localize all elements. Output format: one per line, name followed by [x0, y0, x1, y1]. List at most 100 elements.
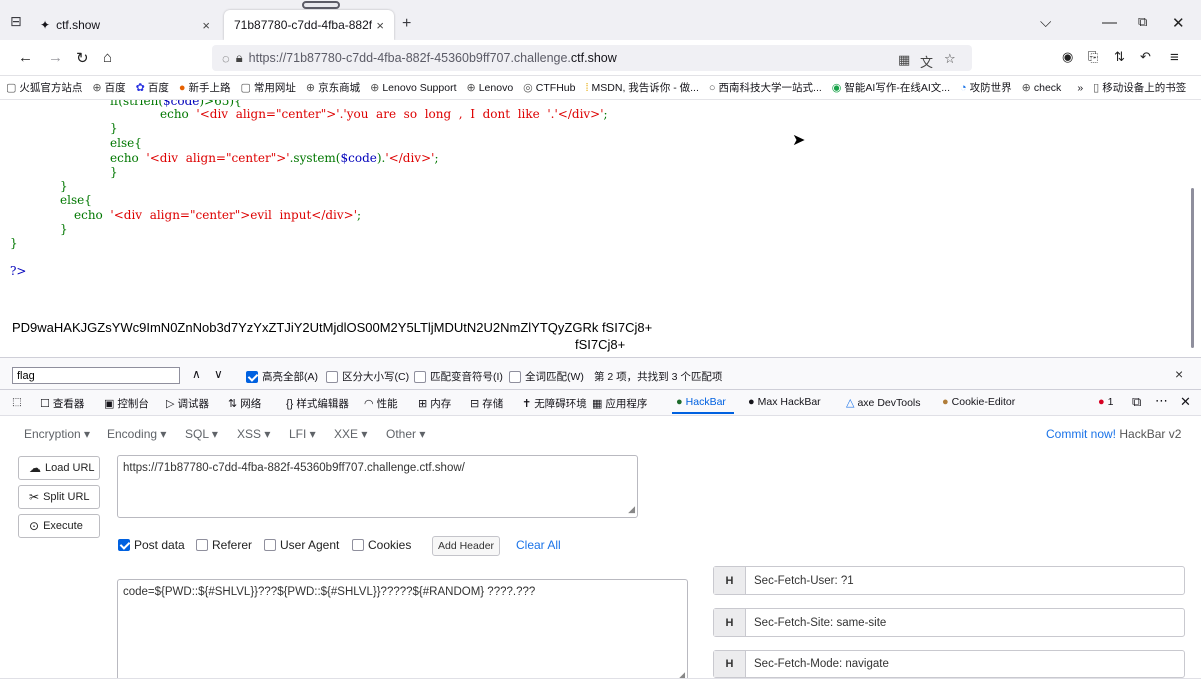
bookmark-item[interactable]: ○ 西南科技大学一站式... — [709, 80, 822, 95]
post-data-checkbox[interactable]: Post data — [118, 538, 185, 552]
header-value[interactable]: Sec-Fetch-User: ?1 — [746, 575, 854, 587]
checkbox[interactable] — [264, 539, 276, 551]
minimize-icon[interactable]: — — [1102, 14, 1117, 31]
devtools-tab-memory[interactable]: ⊞ 内存 — [418, 396, 451, 411]
resize-handle-icon[interactable]: ◢ — [628, 504, 635, 515]
dock-icon[interactable]: ⧉ — [1132, 394, 1141, 410]
lock-icon[interactable]: 🔒︎ — [236, 50, 243, 66]
share-icon[interactable]: ⎘ — [1088, 49, 1098, 65]
find-previous-icon[interactable]: ∧ — [192, 367, 201, 381]
devtools-tab-max-hackbar[interactable]: ● Max HackBar — [748, 396, 821, 408]
more-options-icon[interactable]: ⋯ — [1155, 393, 1168, 409]
devtools-tab-performance[interactable]: ◠ 性能 — [364, 396, 398, 411]
address-bar[interactable]: ◌ 🔒︎ https://71b87780-c7dd-4fba-882f-453… — [212, 45, 972, 71]
match-diacritics-checkbox[interactable]: 匹配变音符号(I) — [414, 369, 503, 384]
tab-ctfshow[interactable]: ✦ ctf.show × — [30, 10, 220, 40]
devtools-tab-cookie-editor[interactable]: ● Cookie-Editor — [942, 396, 1015, 408]
tab-close-icon[interactable]: × — [376, 18, 384, 33]
tab-close-icon[interactable]: × — [202, 18, 210, 33]
tab-overview-icon[interactable]: ⊟ — [10, 14, 22, 28]
checkbox[interactable] — [196, 539, 208, 551]
shield-icon[interactable]: ◌ — [222, 51, 230, 66]
checkbox[interactable] — [352, 539, 364, 551]
menu-xss[interactable]: XSS ▾ — [237, 427, 270, 441]
find-next-icon[interactable]: ∨ — [214, 367, 223, 381]
menu-icon[interactable]: ≡ — [1170, 49, 1179, 66]
menu-xxe[interactable]: XXE ▾ — [334, 427, 367, 441]
devtools-tab-console[interactable]: ▣ 控制台 — [104, 396, 149, 411]
reload-icon[interactable]: ↻ — [76, 49, 89, 67]
bookmark-item[interactable]: ⊕ check — [1022, 81, 1062, 95]
new-tab-button[interactable]: + — [402, 16, 411, 32]
devtools-tab-inspector[interactable]: ☐ 查看器 — [40, 396, 84, 411]
header-value[interactable]: Sec-Fetch-Site: same-site — [746, 617, 886, 629]
whole-words-checkbox[interactable]: 全词匹配(W) — [509, 369, 584, 384]
header-row[interactable]: H Sec-Fetch-Site: same-site — [713, 608, 1185, 637]
bookmark-item[interactable]: ⁞ MSDN, 我告诉你 - 做... — [585, 80, 698, 95]
devtools-tab-storage[interactable]: ⊟ 存储 — [470, 396, 503, 411]
user-agent-checkbox[interactable]: User Agent — [264, 538, 339, 552]
find-input[interactable] — [12, 367, 180, 384]
devtools-tab-application[interactable]: ▦ 应用程序 — [592, 396, 647, 411]
undo-icon[interactable]: ↶ — [1140, 49, 1151, 65]
execute-button[interactable]: ⊙ Execute — [18, 514, 100, 538]
drag-handle[interactable] — [302, 1, 340, 9]
close-window-icon[interactable]: ✕ — [1172, 14, 1185, 32]
tab-challenge[interactable]: 71b87780-c7dd-4fba-882f-4536 × — [224, 10, 394, 40]
checkbox-checked[interactable] — [118, 539, 130, 551]
load-url-button[interactable]: ☁ Load URL — [18, 456, 100, 480]
post-data-textarea[interactable]: code=${PWD::${#SHLVL}}???${PWD::${#SHLVL… — [117, 579, 688, 683]
url-text[interactable]: https://71b87780-c7dd-4fba-882f-45360b9f… — [249, 51, 617, 65]
bookmark-item[interactable]: ▯ 移动设备上的书签 — [1093, 80, 1186, 95]
bookmark-item[interactable]: ⊕ Lenovo — [467, 81, 514, 95]
header-row[interactable]: H Sec-Fetch-Mode: navigate — [713, 650, 1185, 678]
account-icon[interactable]: ◉ — [1062, 49, 1073, 65]
bookmark-item[interactable]: ◔ 攻防世界 — [960, 80, 1012, 95]
find-close-icon[interactable]: × — [1175, 366, 1183, 382]
forward-arrow-icon[interactable]: → — [48, 49, 63, 66]
home-icon[interactable]: ⌂ — [103, 49, 112, 66]
match-case-checkbox[interactable]: 区分大小写(C) — [326, 369, 409, 384]
bookmark-item[interactable]: ◉ 智能AI写作-在线AI文... — [832, 80, 950, 95]
checkbox[interactable] — [509, 370, 521, 383]
bookmarks-overflow-icon[interactable]: » — [1077, 82, 1083, 94]
header-row[interactable]: H Sec-Fetch-User: ?1 — [713, 566, 1185, 595]
extensions-icon[interactable]: ⇅ — [1114, 49, 1125, 65]
devtools-tab-network[interactable]: ⇅ 网络 — [228, 396, 261, 411]
bookmark-item[interactable]: ● 新手上路 — [179, 80, 231, 95]
referer-checkbox[interactable]: Referer — [196, 538, 252, 552]
tab-list-chevron-icon[interactable]: ⌵ — [1040, 14, 1051, 31]
cookies-checkbox[interactable]: Cookies — [352, 538, 411, 552]
devtools-tab-hackbar[interactable]: ● HackBar — [676, 396, 726, 408]
menu-other[interactable]: Other ▾ — [386, 427, 425, 441]
bookmark-item[interactable]: ⊕ 百度 — [92, 80, 125, 95]
checkbox[interactable] — [326, 370, 338, 383]
url-textarea[interactable]: https://71b87780-c7dd-4fba-882f-45360b9f… — [117, 455, 638, 518]
error-count-badge[interactable]: ● 1 — [1098, 396, 1114, 408]
clear-all-link[interactable]: Clear All — [516, 538, 561, 552]
bookmark-item[interactable]: ✿ 百度 — [136, 80, 169, 95]
menu-lfi[interactable]: LFI ▾ — [289, 427, 316, 441]
menu-sql[interactable]: SQL ▾ — [185, 427, 218, 441]
split-url-button[interactable]: ✂ Split URL — [18, 485, 100, 509]
bookmark-star-icon[interactable]: ☆ — [944, 51, 956, 67]
bookmark-item[interactable]: ▢ 常用网址 — [241, 80, 296, 95]
bookmark-item[interactable]: ⊕ 京东商城 — [306, 80, 360, 95]
bookmark-item[interactable]: ▢ 火狐官方站点 — [6, 80, 82, 95]
devtools-tab-style-editor[interactable]: {} 样式编辑器 — [286, 396, 349, 411]
checkbox-checked[interactable] — [246, 370, 258, 383]
checkbox[interactable] — [414, 370, 426, 383]
qr-code-icon[interactable]: ▦ — [898, 52, 910, 68]
commit-link[interactable]: Commit now! HackBar v2 — [1046, 427, 1181, 441]
devtools-tab-accessibility[interactable]: ✝ 无障碍环境 — [522, 396, 587, 411]
back-arrow-icon[interactable]: ← — [18, 49, 33, 66]
devtools-tab-debugger[interactable]: ▷ 调试器 — [166, 396, 209, 411]
bookmark-item[interactable]: ◎ CTFHub — [523, 81, 575, 95]
element-picker-icon[interactable]: ⬚ — [12, 396, 22, 408]
restore-icon[interactable]: ⧉ — [1138, 14, 1147, 30]
page-scrollbar[interactable] — [1191, 188, 1194, 348]
menu-encoding[interactable]: Encoding ▾ — [107, 427, 166, 441]
devtools-tab-axe[interactable]: △ axe DevTools — [846, 396, 921, 410]
add-header-button[interactable]: Add Header — [432, 536, 501, 556]
header-value[interactable]: Sec-Fetch-Mode: navigate — [746, 658, 889, 670]
